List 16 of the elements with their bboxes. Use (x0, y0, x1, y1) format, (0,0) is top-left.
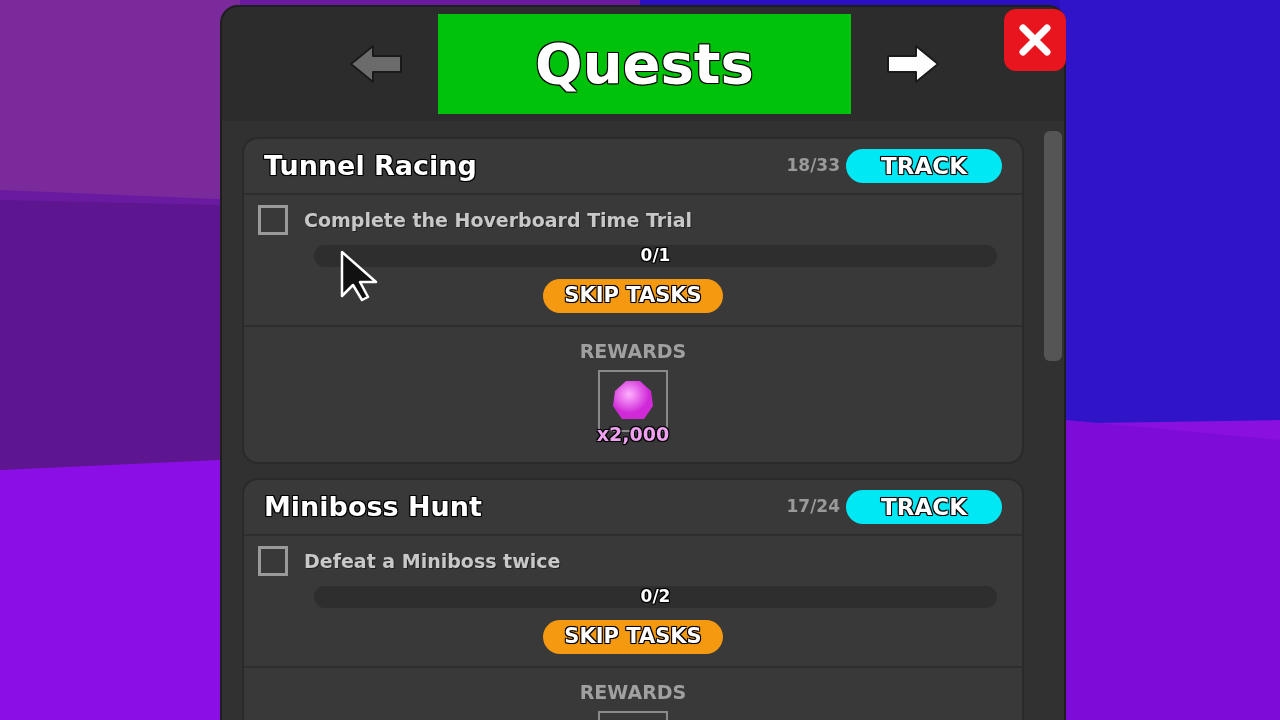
progress-text: 0/2 (640, 585, 671, 609)
rewards-label: REWARDS (579, 339, 687, 364)
quest-count: 17/24 (786, 495, 840, 519)
progress-text: 0/1 (640, 244, 671, 268)
track-button[interactable]: TRACK (846, 149, 1002, 183)
rewards-label: REWARDS (579, 680, 687, 705)
task-text: Complete the Hoverboard Time Trial (304, 207, 692, 233)
task-text: Defeat a Miniboss twice (304, 548, 561, 574)
skip-tasks-button[interactable]: SKIP TASKS (543, 620, 723, 654)
track-button[interactable]: TRACK (846, 490, 1002, 524)
quest-count: 18/33 (786, 154, 840, 178)
reward-amount: x2,000 (596, 421, 670, 447)
quest-title: Miniboss Hunt (264, 489, 482, 524)
skip-tasks-button[interactable]: SKIP TASKS (543, 279, 723, 313)
window-title: Quests (535, 30, 754, 98)
quest-title: Tunnel Racing (264, 148, 477, 183)
